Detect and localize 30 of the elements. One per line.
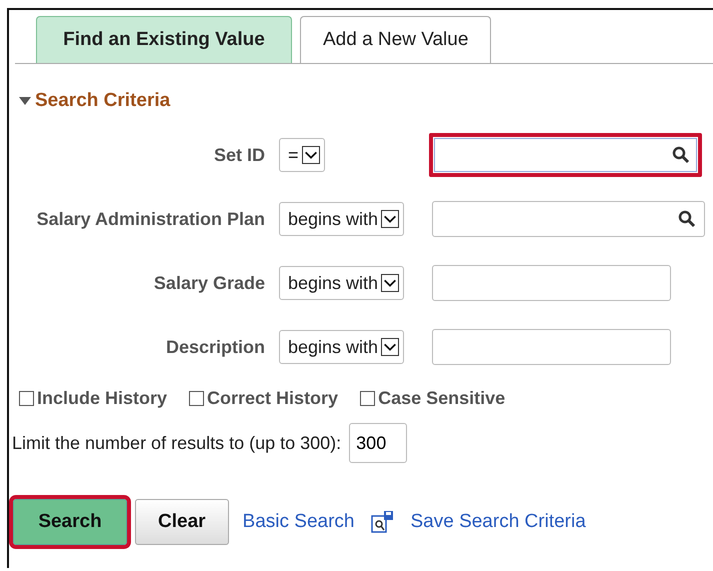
operator-dropdown[interactable]: begins with	[279, 330, 404, 364]
text-field[interactable]	[432, 201, 705, 237]
checkbox-label: Include History	[37, 388, 168, 409]
checkbox[interactable]	[189, 391, 204, 406]
document-save-icon[interactable]	[370, 510, 394, 534]
limit-field[interactable]: 300	[349, 423, 408, 463]
operator-dropdown[interactable]: begins with	[279, 202, 404, 236]
text-field[interactable]	[432, 329, 671, 365]
section-title: Search Criteria	[35, 90, 170, 112]
operator-dropdown[interactable]: begins with	[279, 266, 404, 300]
limit-label: Limit the number of results to (up to 300):	[12, 432, 342, 454]
clear-button[interactable]: Clear	[135, 499, 229, 545]
field-label: Set ID	[212, 144, 265, 166]
checkbox[interactable]	[19, 391, 34, 406]
link[interactable]: Basic Search	[242, 511, 354, 533]
text-field[interactable]	[432, 265, 671, 301]
tab[interactable]: Add a New Value	[300, 16, 492, 63]
field-label: Salary Grade	[152, 272, 265, 294]
link[interactable]: Save Search Criteria	[410, 511, 586, 533]
checkbox-label: Correct History	[207, 388, 338, 409]
checkbox-label: Case Sensitive	[378, 388, 506, 409]
field-label: Description	[164, 336, 265, 358]
field-label: Salary Administration Plan	[36, 208, 265, 230]
search-icon[interactable]	[678, 210, 696, 228]
text-field[interactable]	[429, 133, 702, 177]
search-icon[interactable]	[672, 146, 690, 164]
collapse-triangle-icon[interactable]	[19, 97, 31, 105]
tab[interactable]: Find an Existing Value	[36, 16, 292, 63]
checkbox[interactable]	[360, 391, 376, 406]
operator-dropdown[interactable]: =	[279, 138, 325, 172]
